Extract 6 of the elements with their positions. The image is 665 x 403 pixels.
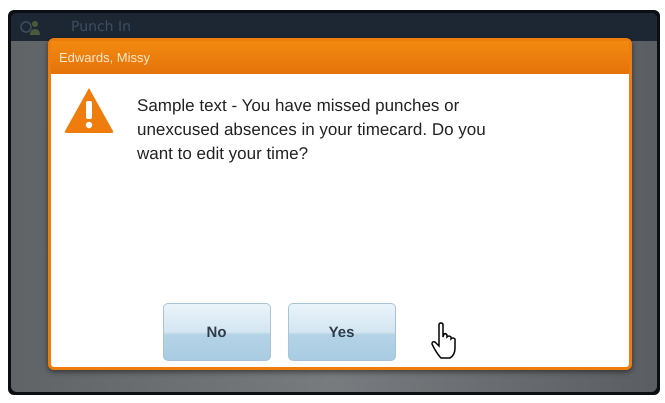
- warning-icon: [63, 86, 115, 134]
- dialog-button[interactable]: Yes: [288, 303, 396, 361]
- dialog-title: Edwards, Missy: [59, 50, 150, 65]
- user-clock-icon: [19, 18, 41, 36]
- dialog-message: Sample text - You have missed punches or unexcused absences in your timecard. Do you want to edit your time?: [137, 95, 487, 165]
- dialog-button[interactable]: No: [162, 303, 270, 361]
